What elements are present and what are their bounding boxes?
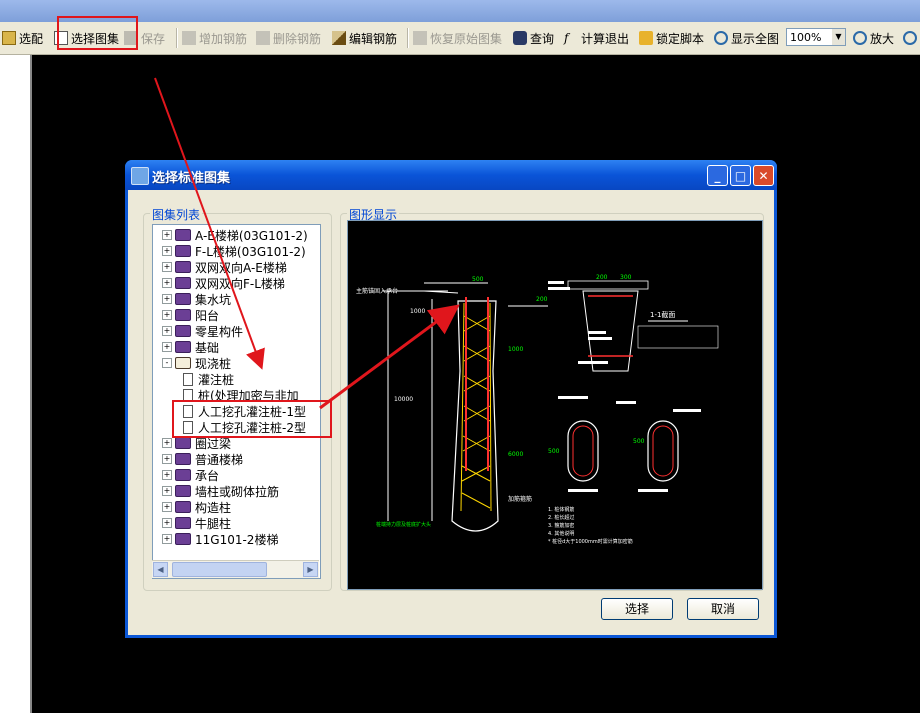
arrow-to-tree <box>154 77 265 370</box>
annotation-arrows <box>154 77 460 410</box>
arrow-to-preview <box>319 304 460 410</box>
